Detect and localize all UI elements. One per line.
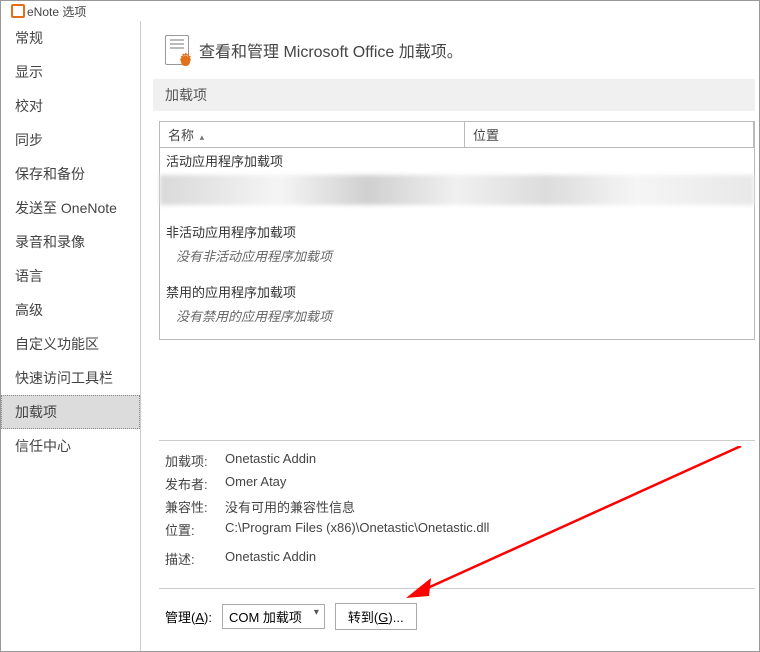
manage-label: 管理(A): — [165, 607, 212, 626]
detail-row-location: 位置: C:\Program Files (x86)\Onetastic\One… — [165, 518, 749, 541]
app-icon — [9, 4, 23, 18]
sort-ascending-icon: ▴ — [200, 132, 205, 142]
table-header: 名称 ▴ 位置 — [160, 122, 754, 148]
gear-icon: ⚙ — [179, 50, 192, 67]
group-inactive-addins-empty: 没有非活动应用程序加载项 — [160, 244, 754, 279]
detail-label-publisher: 发布者: — [165, 474, 225, 493]
sidebar: 常规 显示 校对 同步 保存和备份 发送至 OneNote 录音和录像 语言 高… — [1, 21, 141, 651]
sidebar-item-proofing[interactable]: 校对 — [1, 89, 140, 123]
sidebar-item-sync[interactable]: 同步 — [1, 123, 140, 157]
column-location-label: 位置 — [473, 128, 499, 143]
sidebar-item-save-backup[interactable]: 保存和备份 — [1, 157, 140, 191]
manage-dropdown-value: COM 加载项 — [229, 610, 302, 625]
sidebar-item-trust-center[interactable]: 信任中心 — [1, 429, 140, 463]
sidebar-item-quick-access-toolbar[interactable]: 快速访问工具栏 — [1, 361, 140, 395]
addin-details: 加载项: Onetastic Addin 发布者: Omer Atay 兼容性:… — [159, 440, 755, 578]
detail-row-compatibility: 兼容性: 没有可用的兼容性信息 — [165, 495, 749, 518]
titlebar: eNote 选项 — [1, 1, 759, 21]
detail-label-location: 位置: — [165, 520, 225, 539]
detail-value-addin: Onetastic Addin — [225, 451, 749, 470]
detail-value-compatibility: 没有可用的兼容性信息 — [225, 497, 749, 516]
detail-row-addin: 加载项: Onetastic Addin — [165, 449, 749, 472]
group-disabled-addins-empty: 没有禁用的应用程序加载项 — [160, 304, 754, 339]
sidebar-item-addins[interactable]: 加载项 — [1, 395, 140, 429]
group-inactive-addins-title: 非活动应用程序加载项 — [160, 219, 754, 244]
section-heading: 加载项 — [153, 79, 755, 111]
column-header-name[interactable]: 名称 ▴ — [160, 122, 465, 148]
column-header-location[interactable]: 位置 — [465, 122, 754, 148]
addins-groups: 活动应用程序加载项 非活动应用程序加载项 没有非活动应用程序加载项 禁用的应用程… — [160, 148, 754, 339]
detail-value-location: C:\Program Files (x86)\Onetastic\Onetast… — [225, 520, 749, 539]
manage-dropdown[interactable]: COM 加载项 — [222, 604, 325, 629]
detail-row-description: 描述: Onetastic Addin — [165, 547, 749, 570]
go-button[interactable]: 转到(G)... — [335, 603, 417, 630]
options-window: eNote 选项 常规 显示 校对 同步 保存和备份 发送至 OneNote 录… — [0, 0, 760, 652]
sidebar-item-general[interactable]: 常规 — [1, 21, 140, 55]
sidebar-item-customize-ribbon[interactable]: 自定义功能区 — [1, 327, 140, 361]
column-name-label: 名称 — [168, 128, 194, 143]
addins-page-icon: ⚙ — [165, 35, 189, 65]
group-active-addins-title: 活动应用程序加载项 — [160, 148, 754, 173]
detail-row-publisher: 发布者: Omer Atay — [165, 472, 749, 495]
header-text: 查看和管理 Microsoft Office 加载项。 — [199, 38, 463, 62]
manage-bar: 管理(A): COM 加载项 转到(G)... — [159, 588, 755, 644]
detail-label-addin: 加载项: — [165, 451, 225, 470]
detail-label-description: 描述: — [165, 549, 225, 568]
sidebar-item-audio-video[interactable]: 录音和录像 — [1, 225, 140, 259]
detail-value-publisher: Omer Atay — [225, 474, 749, 493]
sidebar-item-display[interactable]: 显示 — [1, 55, 140, 89]
addins-table: 名称 ▴ 位置 活动应用程序加载项 非活动应用程序加载项 没有非活动应用程序加载… — [159, 121, 755, 340]
sidebar-item-language[interactable]: 语言 — [1, 259, 140, 293]
detail-value-description: Onetastic Addin — [225, 549, 749, 568]
sidebar-item-send-to-onenote[interactable]: 发送至 OneNote — [1, 191, 140, 225]
detail-label-compatibility: 兼容性: — [165, 497, 225, 516]
sidebar-item-advanced[interactable]: 高级 — [1, 293, 140, 327]
group-active-addins-row-redacted[interactable] — [160, 175, 754, 205]
group-disabled-addins-title: 禁用的应用程序加载项 — [160, 279, 754, 304]
content-area: 常规 显示 校对 同步 保存和备份 发送至 OneNote 录音和录像 语言 高… — [1, 21, 759, 651]
main-panel: ⚙ 查看和管理 Microsoft Office 加载项。 加载项 名称 ▴ 位… — [141, 21, 759, 651]
window-title: eNote 选项 — [27, 3, 86, 20]
main-header: ⚙ 查看和管理 Microsoft Office 加载项。 — [141, 21, 759, 79]
